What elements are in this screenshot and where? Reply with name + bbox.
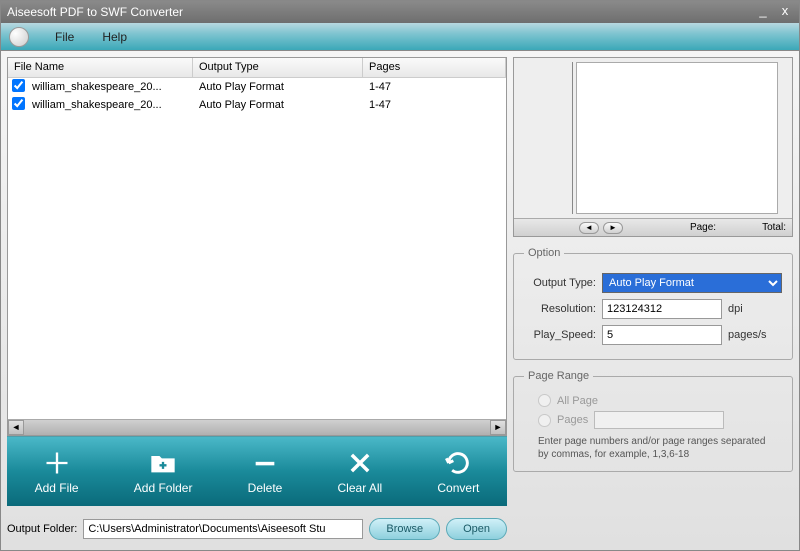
cell-filename: william_shakespeare_20... [26,80,193,94]
row-checkbox[interactable] [12,97,25,110]
output-folder-row: Output Folder: Browse Open [7,514,507,544]
resolution-input[interactable] [602,299,722,319]
delete-button[interactable]: Delete [248,449,283,495]
menu-help[interactable]: Help [88,26,141,48]
close-button[interactable]: x [777,5,793,19]
pages-label: Pages [557,414,588,426]
table-header: File Name Output Type Pages [8,58,506,78]
add-folder-button[interactable]: Add Folder [134,449,193,495]
prev-page-button[interactable]: ◄ [579,222,599,234]
output-type-label: Output Type: [524,277,596,289]
play-speed-unit: pages/s [728,329,767,341]
total-label: Total: [762,222,786,233]
action-toolbar: Add File Add Folder Delete Clear All Con… [7,436,507,506]
resolution-unit: dpi [728,303,743,315]
window-title: Aiseesoft PDF to SWF Converter [7,5,183,19]
menu-file[interactable]: File [41,26,88,48]
scroll-right-arrow[interactable]: ► [490,420,506,435]
page-label: Page: [690,222,716,233]
x-icon [346,449,374,477]
all-page-label: All Page [557,395,598,407]
pages-input[interactable] [594,411,724,429]
add-file-button[interactable]: Add File [35,449,79,495]
next-page-button[interactable]: ► [603,222,623,234]
col-filename[interactable]: File Name [8,58,193,77]
plus-icon [43,449,71,477]
all-page-radio[interactable] [538,394,551,407]
table-row[interactable]: william_shakespeare_20... Auto Play Form… [8,78,506,96]
folder-plus-icon [149,449,177,477]
table-row[interactable]: william_shakespeare_20... Auto Play Form… [8,96,506,114]
row-checkbox[interactable] [12,79,25,92]
cell-type: Auto Play Format [193,98,363,112]
table-body: william_shakespeare_20... Auto Play Form… [8,78,506,419]
cell-pages: 1-47 [363,98,506,112]
col-output-type[interactable]: Output Type [193,58,363,77]
preview-divider [572,62,573,214]
convert-button[interactable]: Convert [437,449,479,495]
page-range-legend: Page Range [524,370,593,382]
preview-pane: ◄ ► Page: Total: [513,57,793,237]
cell-pages: 1-47 [363,80,506,94]
minimize-button[interactable]: _ [755,5,771,19]
output-type-select[interactable]: Auto Play Format [602,273,782,293]
preview-navigation: ◄ ► Page: Total: [514,218,792,236]
cell-filename: william_shakespeare_20... [26,98,193,112]
page-range-fieldset: Page Range All Page Pages Enter page num… [513,370,793,472]
pages-radio[interactable] [538,414,551,427]
play-speed-label: Play_Speed: [524,329,596,341]
titlebar: Aiseesoft PDF to SWF Converter _ x [1,1,799,23]
output-folder-label: Output Folder: [7,523,77,535]
option-fieldset: Option Output Type: Auto Play Format Res… [513,247,793,360]
minus-icon [251,449,279,477]
output-folder-input[interactable] [83,519,363,539]
browse-button[interactable]: Browse [369,518,440,540]
resolution-label: Resolution: [524,303,596,315]
app-icon [9,27,29,47]
cell-type: Auto Play Format [193,80,363,94]
play-speed-input[interactable] [602,325,722,345]
open-button[interactable]: Open [446,518,507,540]
preview-body [514,58,792,218]
col-pages[interactable]: Pages [363,58,506,77]
horizontal-scrollbar[interactable]: ◄ ► [8,419,506,435]
scroll-left-arrow[interactable]: ◄ [8,420,24,435]
file-table: File Name Output Type Pages william_shak… [7,57,507,436]
page-range-hint: Enter page numbers and/or page ranges se… [538,435,778,461]
left-column: File Name Output Type Pages william_shak… [7,57,507,544]
app-window: Aiseesoft PDF to SWF Converter _ x File … [0,0,800,551]
option-legend: Option [524,247,564,259]
refresh-icon [444,449,472,477]
content-area: File Name Output Type Pages william_shak… [1,51,799,550]
right-column: ◄ ► Page: Total: Option Output Type: Aut… [513,57,793,544]
menubar: File Help [1,23,799,51]
clear-all-button[interactable]: Clear All [338,449,383,495]
preview-page [576,62,778,214]
